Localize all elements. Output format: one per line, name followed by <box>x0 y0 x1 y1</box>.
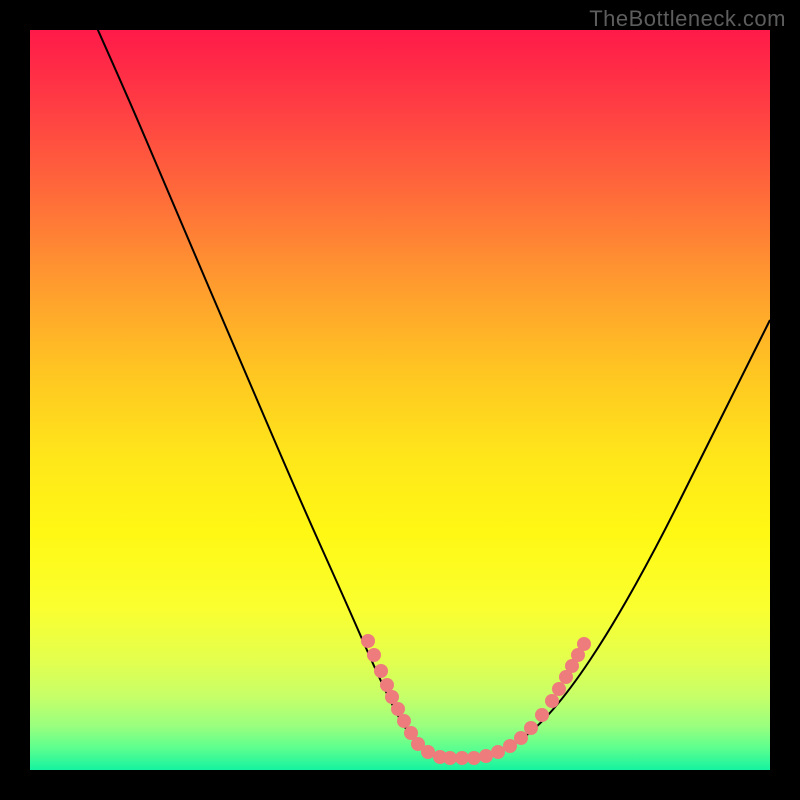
chart-stage: TheBottleneck.com <box>0 0 800 800</box>
data-dot <box>552 682 566 696</box>
plot-area <box>30 30 770 770</box>
data-dot <box>397 714 411 728</box>
data-dots-group <box>361 634 591 765</box>
data-dot <box>479 749 493 763</box>
bottleneck-curve <box>80 30 770 758</box>
data-dot <box>535 708 549 722</box>
data-dot <box>367 648 381 662</box>
data-dot <box>421 745 435 759</box>
data-dot <box>524 721 538 735</box>
data-dot <box>455 751 469 765</box>
data-dot <box>391 702 405 716</box>
data-dot <box>545 694 559 708</box>
data-dot <box>514 731 528 745</box>
data-dot <box>467 751 481 765</box>
data-dot <box>577 637 591 651</box>
curve-layer <box>30 30 770 770</box>
data-dot <box>374 664 388 678</box>
data-dot <box>491 745 505 759</box>
data-dot <box>361 634 375 648</box>
data-dot <box>385 690 399 704</box>
data-dot <box>443 751 457 765</box>
watermark-text: TheBottleneck.com <box>589 6 786 32</box>
data-dot <box>380 678 394 692</box>
